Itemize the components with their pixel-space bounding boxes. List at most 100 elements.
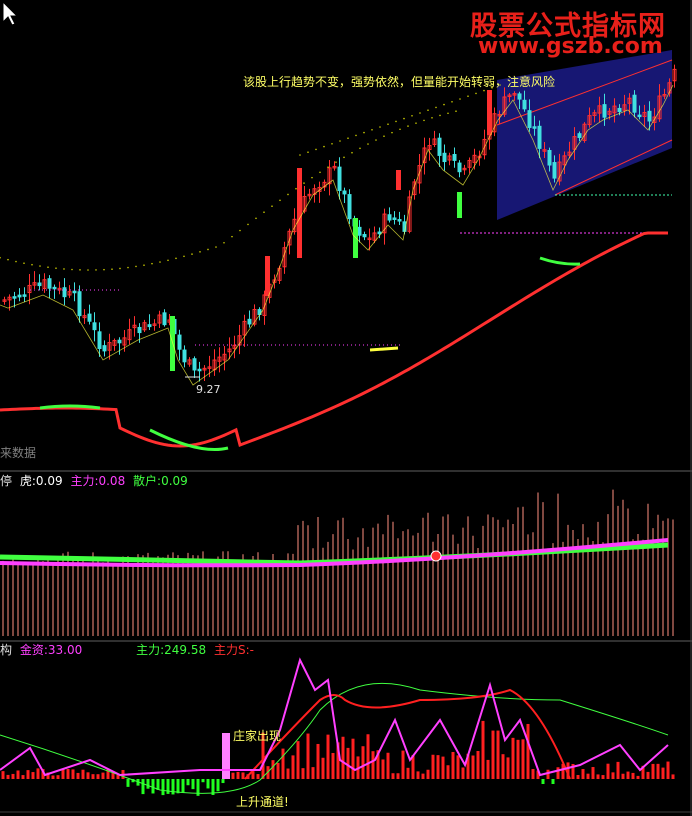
envelope-dot: [475, 92, 477, 95]
envelope-dot: [427, 109, 429, 111]
candle-body: [397, 219, 402, 222]
structure-bar: [71, 769, 75, 779]
candle-body: [392, 217, 397, 220]
candle-highlight: [396, 170, 401, 190]
envelope-dot: [339, 140, 341, 142]
envelope-dot: [395, 120, 397, 123]
up-channel-label: 上升通道!: [236, 795, 289, 809]
candle-body: [617, 107, 622, 112]
structure-bar: [591, 767, 595, 779]
structure-bar: [86, 772, 90, 779]
envelope-dot: [351, 151, 353, 154]
envelope-dot: [391, 131, 393, 134]
envelope-dot: [327, 166, 329, 168]
structure-bar: [581, 769, 585, 779]
main-s-name: 主力S:: [213, 643, 250, 657]
envelope-dot: [63, 268, 65, 270]
candle-body: [347, 194, 352, 220]
envelope-dot: [0, 256, 1, 259]
structure-bar: [656, 763, 660, 779]
candle-body: [647, 110, 652, 122]
envelope-dot: [375, 139, 377, 141]
candle-body: [62, 287, 67, 298]
structure-bar: [501, 754, 505, 779]
envelope-dot: [435, 106, 437, 109]
envelope-dot: [7, 258, 9, 261]
structure-bar: [11, 773, 15, 779]
structure-bar: [436, 755, 440, 779]
structure-bar: [361, 746, 365, 779]
main-value: 249.58: [164, 643, 207, 657]
candle-body: [377, 231, 382, 235]
candle-body: [137, 326, 142, 334]
envelope-dot: [55, 267, 57, 269]
stock-chart[interactable]: [0, 0, 692, 816]
structure-bar: [471, 755, 475, 779]
envelope-dot: [263, 211, 265, 214]
candle-body: [72, 290, 77, 294]
candle-body: [192, 358, 197, 371]
envelope-dot: [347, 137, 349, 139]
structure-bar: [461, 767, 465, 779]
structure-bar: [426, 769, 430, 779]
candle-body: [527, 110, 532, 128]
envelope-dot: [167, 259, 169, 262]
envelope-dot: [319, 171, 321, 174]
structure-bar: [576, 774, 580, 779]
structure-bar: [26, 770, 30, 779]
envelope-dot: [447, 112, 449, 115]
structure-bar: [551, 779, 555, 784]
structure-bar: [206, 779, 210, 789]
structure-bar: [191, 779, 195, 790]
candle-body: [362, 234, 367, 238]
candle-body: [12, 296, 17, 299]
structure-bar: [236, 771, 240, 779]
structure-bar: [231, 772, 235, 779]
candle-body: [177, 334, 182, 350]
structure-bar: [1, 771, 5, 779]
structure-bar: [311, 767, 315, 779]
structure-bar: [506, 757, 510, 779]
structure-bar: [101, 772, 105, 779]
envelope-dot: [331, 143, 333, 145]
candle-body: [47, 278, 52, 289]
tiger-name: 虎:: [19, 474, 36, 488]
structure-bar: [366, 734, 370, 779]
structure-bar: [351, 738, 355, 779]
watermark-url: www.gszb.com: [478, 34, 663, 59]
envelope-dot: [175, 257, 177, 260]
candle-highlight: [297, 168, 302, 258]
indicator-label: 停 虎:0.09 主力:0.08 散户:0.09: [0, 474, 188, 488]
structure-bar: [176, 779, 180, 794]
envelope-dot: [419, 112, 421, 114]
structure-bar: [51, 775, 55, 779]
structure-bar: [331, 752, 335, 779]
structure-bar: [421, 773, 425, 779]
candle-body: [102, 345, 107, 352]
trend-line-yellow: [369, 346, 399, 352]
cursor-icon: [2, 0, 19, 26]
structure-bar: [126, 779, 130, 787]
structure-label: 构 金资:33.00 主力:249.58 主力S:-: [0, 643, 254, 657]
signal-dot: [430, 550, 442, 562]
structure-bar: [531, 769, 535, 779]
envelope-dot: [371, 129, 373, 131]
structure-bar: [81, 769, 85, 779]
structure-bar: [321, 757, 325, 779]
structure-bar: [636, 775, 640, 779]
candle-body: [517, 93, 522, 100]
candle-body: [522, 99, 527, 110]
structure-bar: [541, 779, 545, 784]
envelope-dot: [87, 269, 89, 271]
envelope-dot: [295, 187, 297, 190]
envelope-dot: [271, 205, 273, 208]
structure-bar: [521, 739, 525, 779]
envelope-dot: [451, 101, 453, 103]
candle-body: [537, 125, 542, 149]
envelope-dot: [411, 115, 413, 117]
envelope-dot: [143, 264, 145, 266]
candle-body: [22, 294, 27, 297]
structure-bar: [491, 730, 495, 779]
envelope-dot: [159, 261, 161, 263]
envelope-dot: [127, 266, 129, 269]
